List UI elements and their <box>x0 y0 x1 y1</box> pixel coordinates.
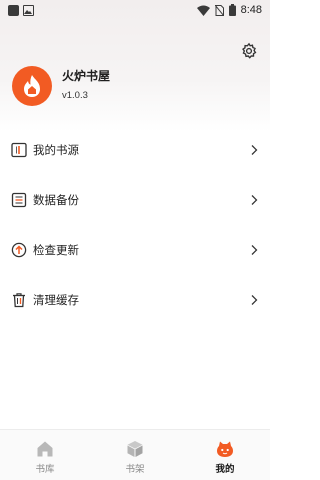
profile-face-icon <box>217 441 233 457</box>
tab-label: 我的 <box>215 464 235 475</box>
settings-gear-icon[interactable] <box>240 42 258 60</box>
chevron-right-icon <box>251 145 258 155</box>
battery-icon <box>228 4 236 16</box>
image-notification-icon <box>23 4 34 16</box>
menu-item-clear-cache[interactable]: 清理缓存 <box>0 275 270 325</box>
tab-library[interactable]: 书库 <box>0 430 90 480</box>
menu-item-check-update[interactable]: 检查更新 <box>0 225 270 275</box>
menu-item-label: 检查更新 <box>33 243 79 257</box>
backup-icon <box>10 192 27 209</box>
menu-item-book-source[interactable]: 我的书源 <box>0 125 270 175</box>
trash-icon <box>10 292 27 309</box>
bottom-nav: 书库 书架 我的 <box>0 429 270 480</box>
box-icon <box>127 441 143 457</box>
menu-item-label: 数据备份 <box>33 193 79 207</box>
no-sim-icon <box>214 4 224 16</box>
status-bar: 8:48 <box>0 0 270 20</box>
menu-item-label: 我的书源 <box>33 143 79 157</box>
flame-house-icon <box>24 75 40 97</box>
app-logo-avatar <box>12 66 52 106</box>
book-source-icon <box>10 142 27 159</box>
settings-menu: 我的书源 数据备份 检查更新 清理缓存 <box>0 125 270 325</box>
home-icon <box>37 441 53 457</box>
update-icon <box>10 242 27 259</box>
tab-bookshelf[interactable]: 书架 <box>90 430 180 480</box>
tab-label: 书库 <box>35 464 55 475</box>
chevron-right-icon <box>251 195 258 205</box>
chevron-right-icon <box>251 295 258 305</box>
tab-label: 书架 <box>125 464 145 475</box>
status-time: 8:48 <box>240 4 262 16</box>
menu-item-label: 清理缓存 <box>33 293 79 307</box>
app-name: 火炉书屋 <box>62 69 111 83</box>
app-version: v1.0.3 <box>62 90 88 101</box>
chevron-right-icon <box>251 245 258 255</box>
menu-item-backup[interactable]: 数据备份 <box>0 175 270 225</box>
wifi-icon <box>196 5 210 16</box>
tab-mine[interactable]: 我的 <box>180 430 270 480</box>
notification-app-icon <box>8 4 19 16</box>
